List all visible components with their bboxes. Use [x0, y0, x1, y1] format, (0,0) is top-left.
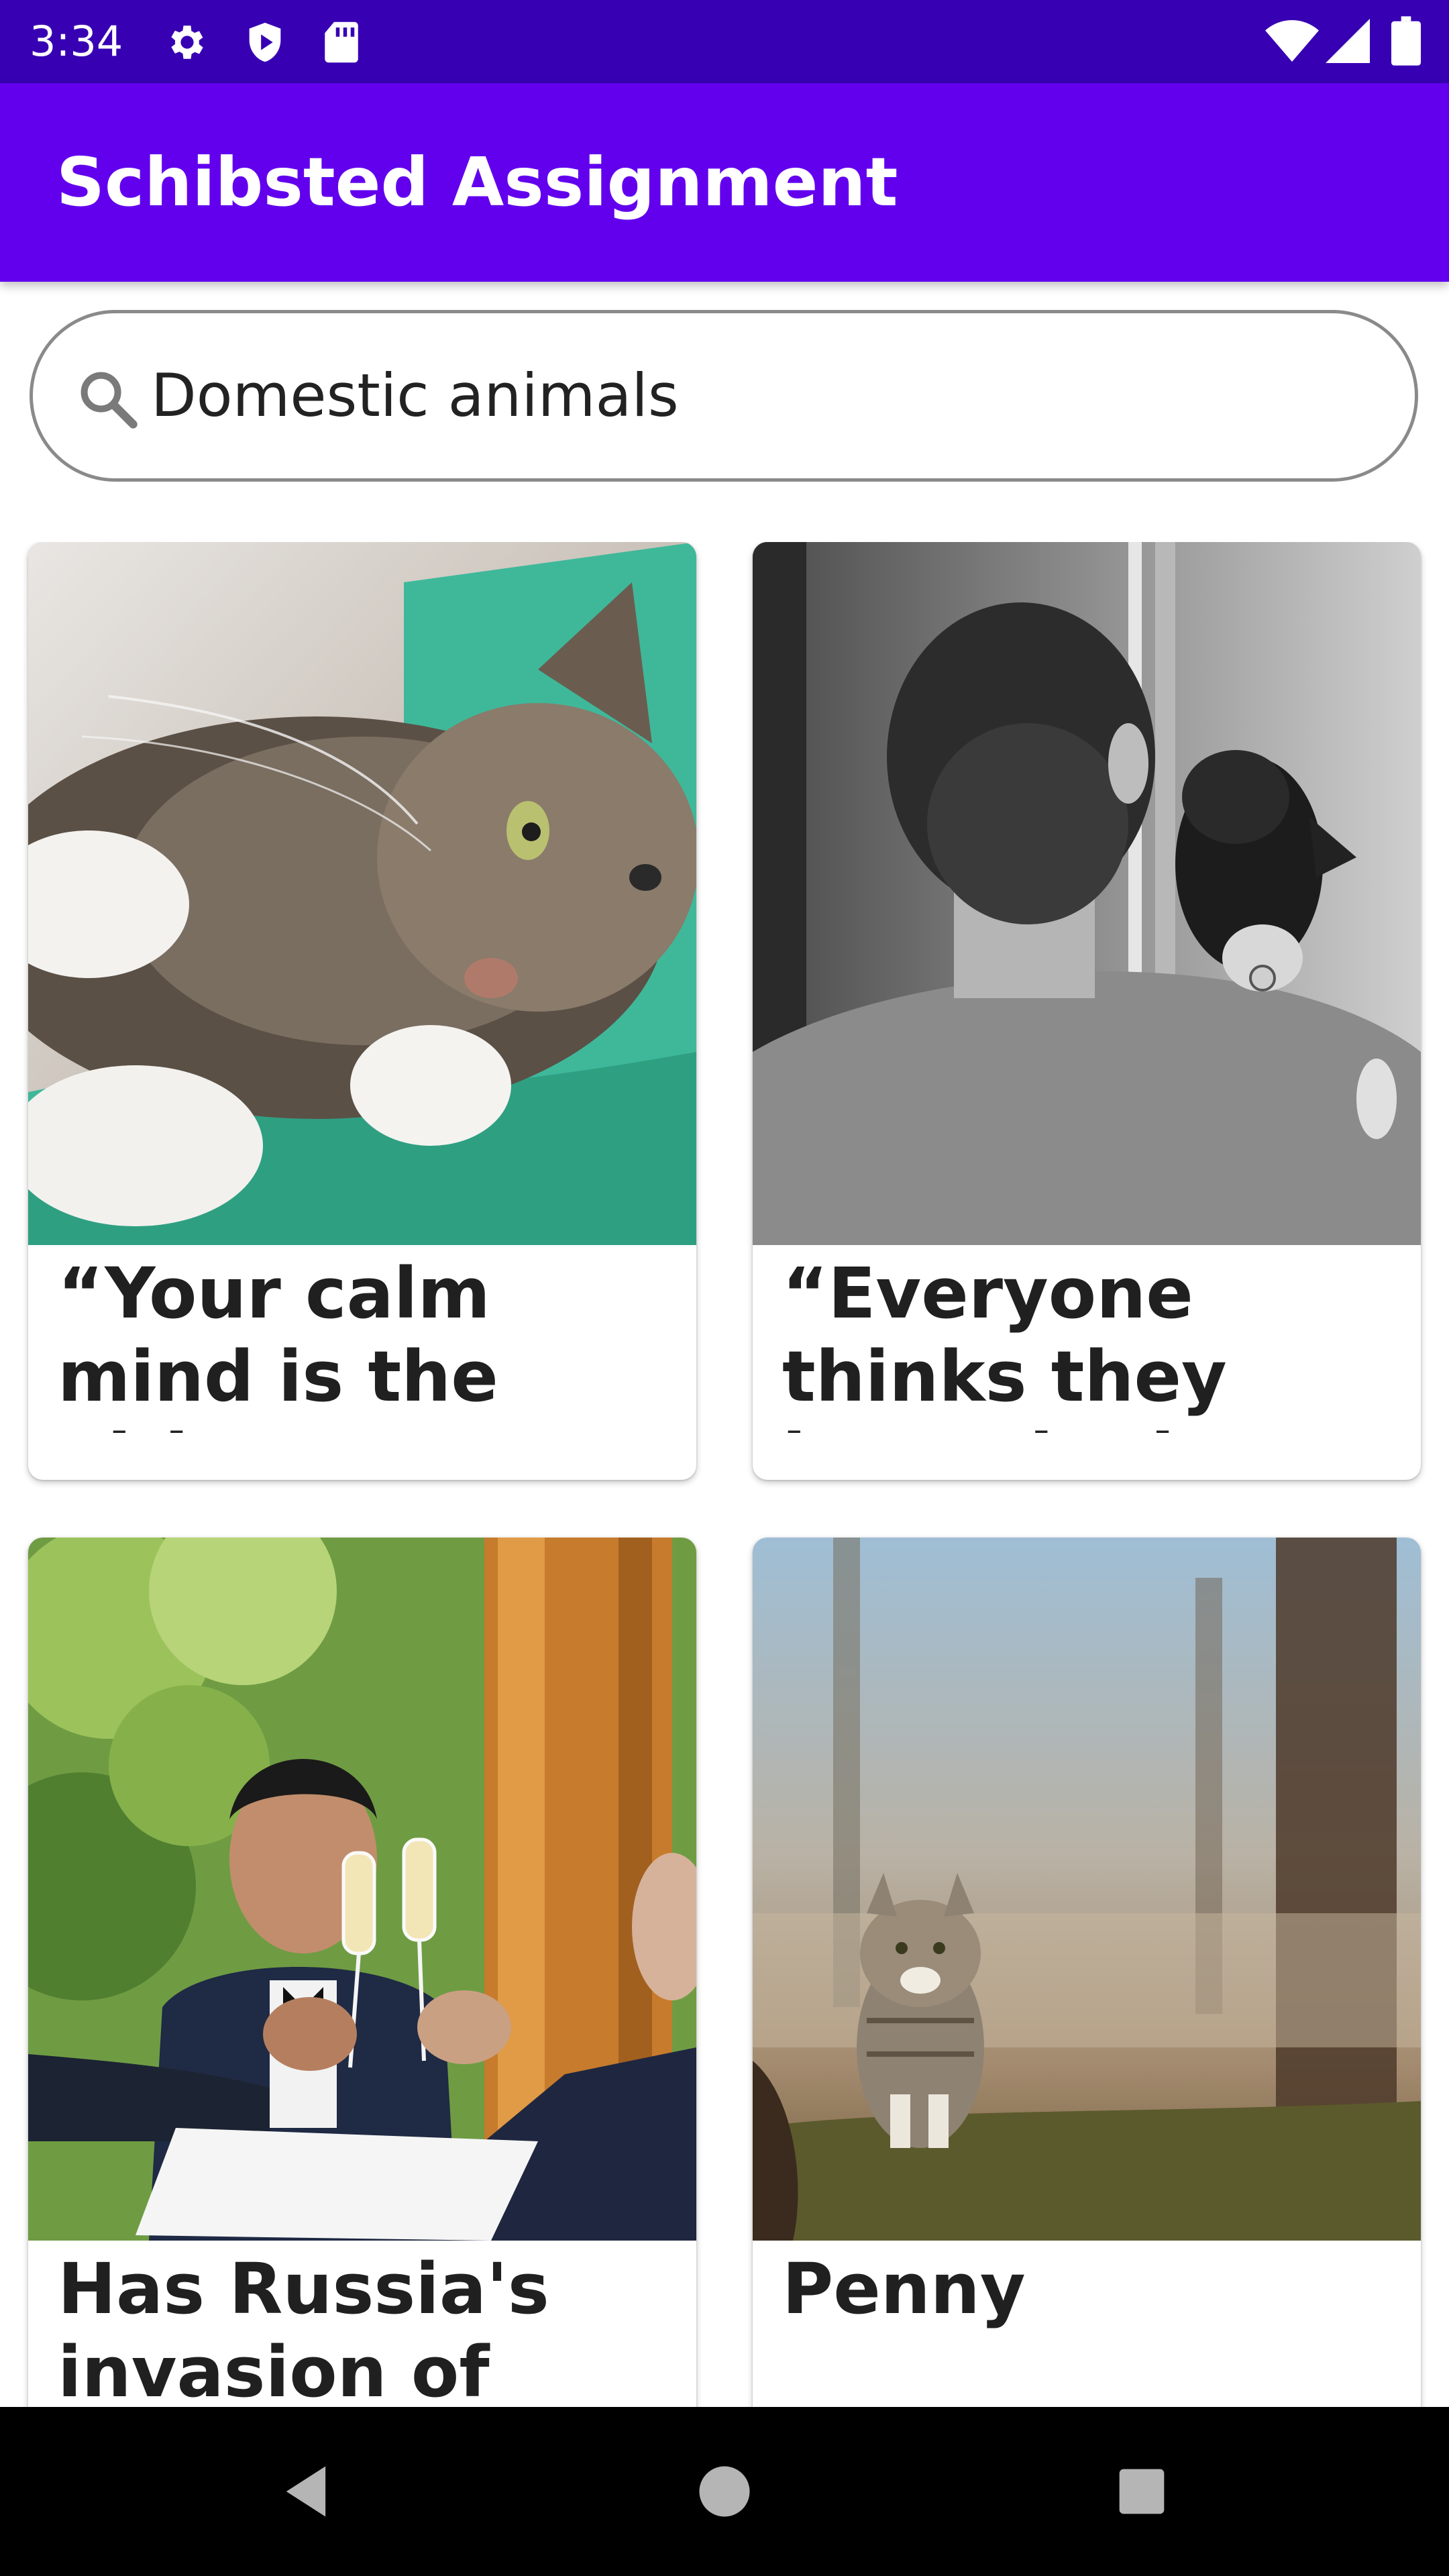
search-icon: [80, 372, 138, 429]
article-card[interactable]: “Your calm mind is the ultimate: [28, 542, 696, 1480]
status-bar: 3:34: [0, 0, 1449, 83]
article-image-cat-sitting: [753, 1538, 1421, 2241]
home-icon[interactable]: [691, 2458, 758, 2525]
battery-icon: [1391, 16, 1421, 66]
search-input[interactable]: Domestic animals: [30, 310, 1418, 482]
article-card[interactable]: “Everyone thinks they have the best: [753, 542, 1421, 1480]
article-title: “Your calm mind is the ultimate: [58, 1252, 498, 1433]
navigation-bar: [0, 2407, 1449, 2576]
app-title: Schibsted Assignment: [56, 143, 898, 221]
article-card[interactable]: Has Russia's invasion of: [28, 1538, 696, 2407]
article-card[interactable]: Penny: [753, 1538, 1421, 2407]
article-title: Penny: [782, 2248, 1026, 2330]
sd-card-icon: [325, 21, 358, 63]
recents-icon[interactable]: [1108, 2458, 1175, 2525]
wifi-icon: [1265, 20, 1319, 62]
article-image-waiter-champagne: [28, 1538, 696, 2241]
settings-gear-icon: [171, 25, 203, 59]
status-time: 3:34: [30, 17, 123, 66]
article-title: “Everyone thinks they have the best: [782, 1252, 1323, 1433]
article-image-man-with-dog: [753, 542, 1421, 1245]
article-image-cat-lying: [28, 542, 696, 1245]
app-bar: Schibsted Assignment: [0, 83, 1449, 282]
back-icon[interactable]: [272, 2458, 339, 2525]
signal-icon: [1326, 19, 1370, 63]
article-title: Has Russia's invasion of: [58, 2248, 549, 2407]
play-protect-icon: [249, 22, 281, 62]
search-query-text: Domestic animals: [151, 361, 679, 430]
article-grid[interactable]: “Your calm mind is the ultimate: [0, 542, 1449, 2407]
